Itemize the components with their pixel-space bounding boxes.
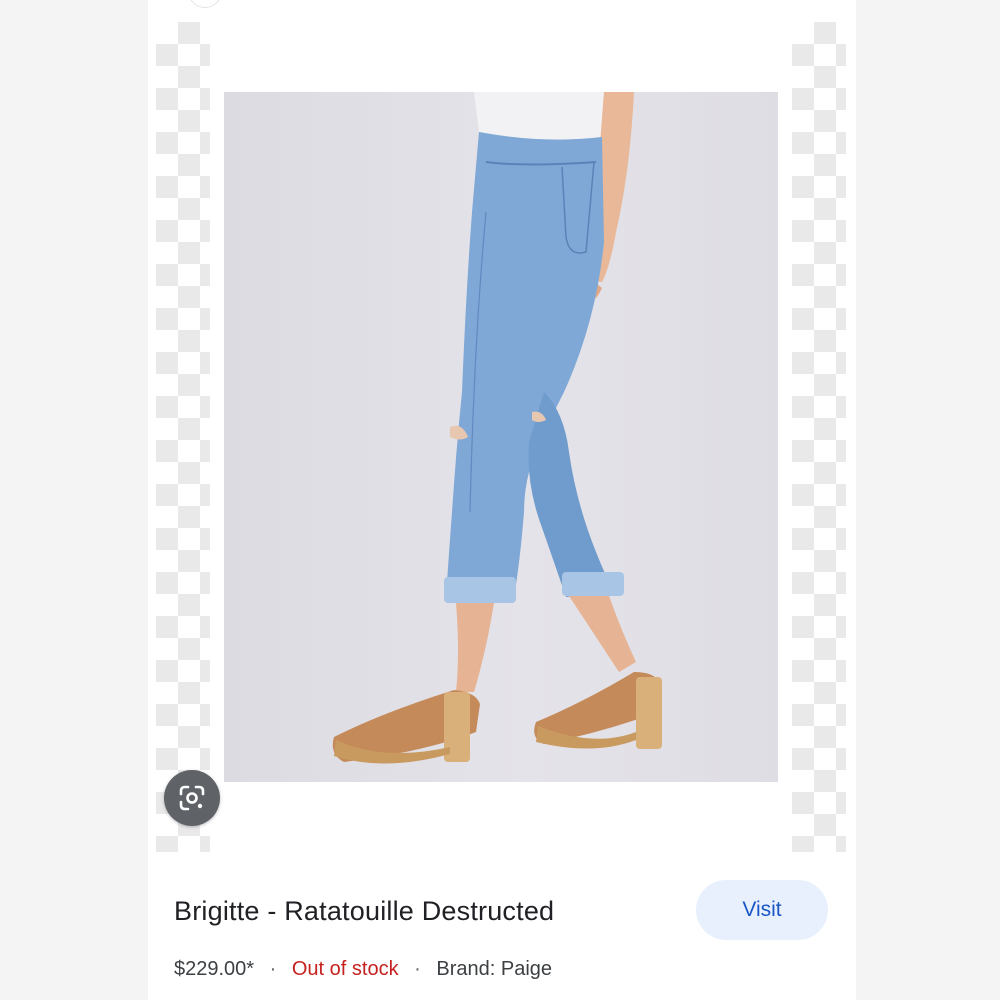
right-backdrop — [852, 0, 1000, 1000]
product-meta: $229.00* · Out of stock · Brand: Paige — [174, 958, 552, 981]
product-title[interactable]: Brigitte - Ratatouille Destructed — [174, 896, 554, 927]
google-lens-button[interactable] — [164, 770, 220, 826]
product-card: Brigitte - Ratatouille Destructed Visit … — [148, 0, 856, 1000]
brand-label: Brand: Paige — [436, 958, 553, 980]
price: $229.00* — [174, 958, 255, 980]
left-backdrop — [0, 0, 148, 1000]
separator-dot: · — [414, 958, 421, 980]
checker-pattern-left — [156, 22, 210, 852]
visit-button[interactable]: Visit — [696, 880, 828, 940]
product-info-panel: Brigitte - Ratatouille Destructed Visit … — [148, 852, 856, 1000]
product-image[interactable] — [224, 92, 778, 782]
separator-dot: · — [269, 958, 277, 980]
checker-pattern-right — [792, 22, 846, 852]
top-circle-control[interactable] — [188, 0, 222, 8]
jeans-illustration — [332, 92, 662, 764]
google-lens-icon — [179, 785, 205, 811]
stock-status: Out of stock — [291, 958, 399, 980]
